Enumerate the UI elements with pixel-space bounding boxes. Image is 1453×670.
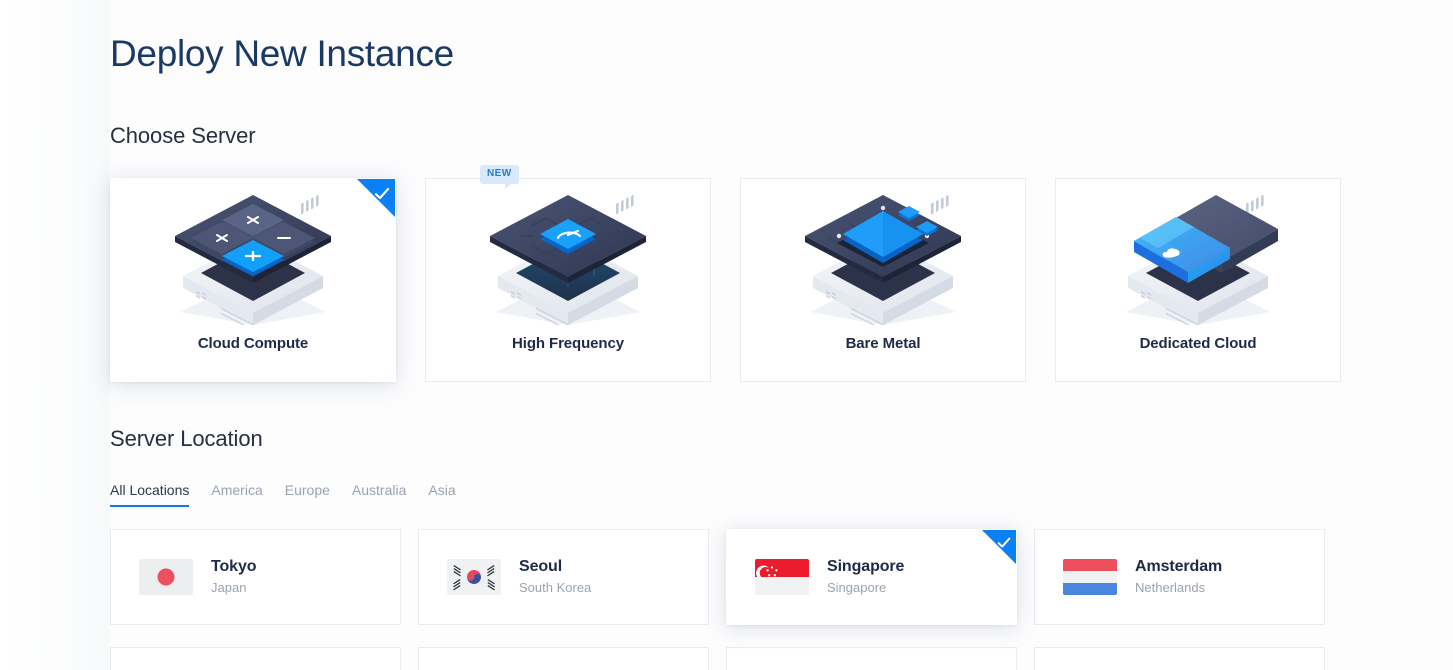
- flag-singapore-icon: [755, 559, 809, 595]
- location-city: Tokyo: [211, 558, 257, 575]
- location-card-next-4[interactable]: [1034, 647, 1325, 670]
- location-city: Amsterdam: [1135, 558, 1223, 575]
- high-frequency-isometric-icon: [468, 187, 668, 335]
- bare-metal-isometric-icon: [783, 187, 983, 335]
- flag-south-korea-icon: [447, 559, 501, 595]
- location-card-singapore[interactable]: Singapore Singapore: [726, 529, 1017, 625]
- location-card-next-1[interactable]: [110, 647, 401, 670]
- server-card-cloud-compute[interactable]: Cloud Compute: [110, 178, 396, 382]
- page-title: Deploy New Instance: [110, 33, 454, 74]
- server-type-grid: Cloud Compute NEW High Frequency Bare Me…: [110, 165, 1453, 382]
- check-icon: [997, 537, 1011, 548]
- server-location-heading: Server Location: [110, 426, 263, 451]
- location-city: Singapore: [827, 558, 905, 575]
- selected-corner-check: [357, 179, 395, 217]
- cloud-compute-isometric-icon: [153, 187, 353, 335]
- location-city: Seoul: [519, 558, 563, 575]
- server-card-bare-metal[interactable]: Bare Metal: [740, 178, 1026, 382]
- location-grid: Tokyo Japan Seoul South Korea Singapore …: [110, 529, 1453, 625]
- location-card-tokyo[interactable]: Tokyo Japan: [110, 529, 401, 625]
- location-filter-tabs: All Locations America Europe Australia A…: [110, 482, 1453, 507]
- tab-america[interactable]: America: [211, 482, 284, 507]
- location-card-seoul[interactable]: Seoul South Korea: [418, 529, 709, 625]
- new-badge: NEW: [480, 165, 519, 189]
- selected-corner-check: [982, 530, 1016, 564]
- deploy-new-instance-page: Deploy New Instance Choose Server Cloud …: [0, 0, 1453, 670]
- location-country: Japan: [211, 580, 247, 595]
- server-card-high-frequency[interactable]: NEW High Frequency: [425, 165, 711, 382]
- location-grid-next-row: [110, 647, 1453, 670]
- server-card-dedicated-cloud[interactable]: Dedicated Cloud: [1055, 178, 1341, 382]
- location-card-next-3[interactable]: [726, 647, 1017, 670]
- tab-all-locations[interactable]: All Locations: [110, 482, 190, 507]
- server-card-label: Bare Metal: [845, 335, 921, 352]
- server-card-label: High Frequency: [512, 335, 624, 352]
- flag-japan-icon: [139, 559, 193, 595]
- dedicated-cloud-isometric-icon: [1098, 187, 1298, 335]
- server-card-label: Cloud Compute: [197, 335, 309, 352]
- flag-netherlands-icon: [1063, 559, 1117, 595]
- location-card-next-2[interactable]: [418, 647, 709, 670]
- location-card-amsterdam[interactable]: Amsterdam Netherlands: [1034, 529, 1325, 625]
- location-country: South Korea: [519, 580, 592, 595]
- tab-europe[interactable]: Europe: [285, 482, 352, 507]
- check-icon: [374, 187, 390, 200]
- location-country: Netherlands: [1135, 580, 1206, 595]
- tab-asia[interactable]: Asia: [428, 482, 477, 507]
- location-country: Singapore: [827, 580, 887, 595]
- choose-server-heading: Choose Server: [110, 123, 256, 148]
- server-card-label: Dedicated Cloud: [1139, 335, 1257, 352]
- tab-australia[interactable]: Australia: [352, 482, 428, 507]
